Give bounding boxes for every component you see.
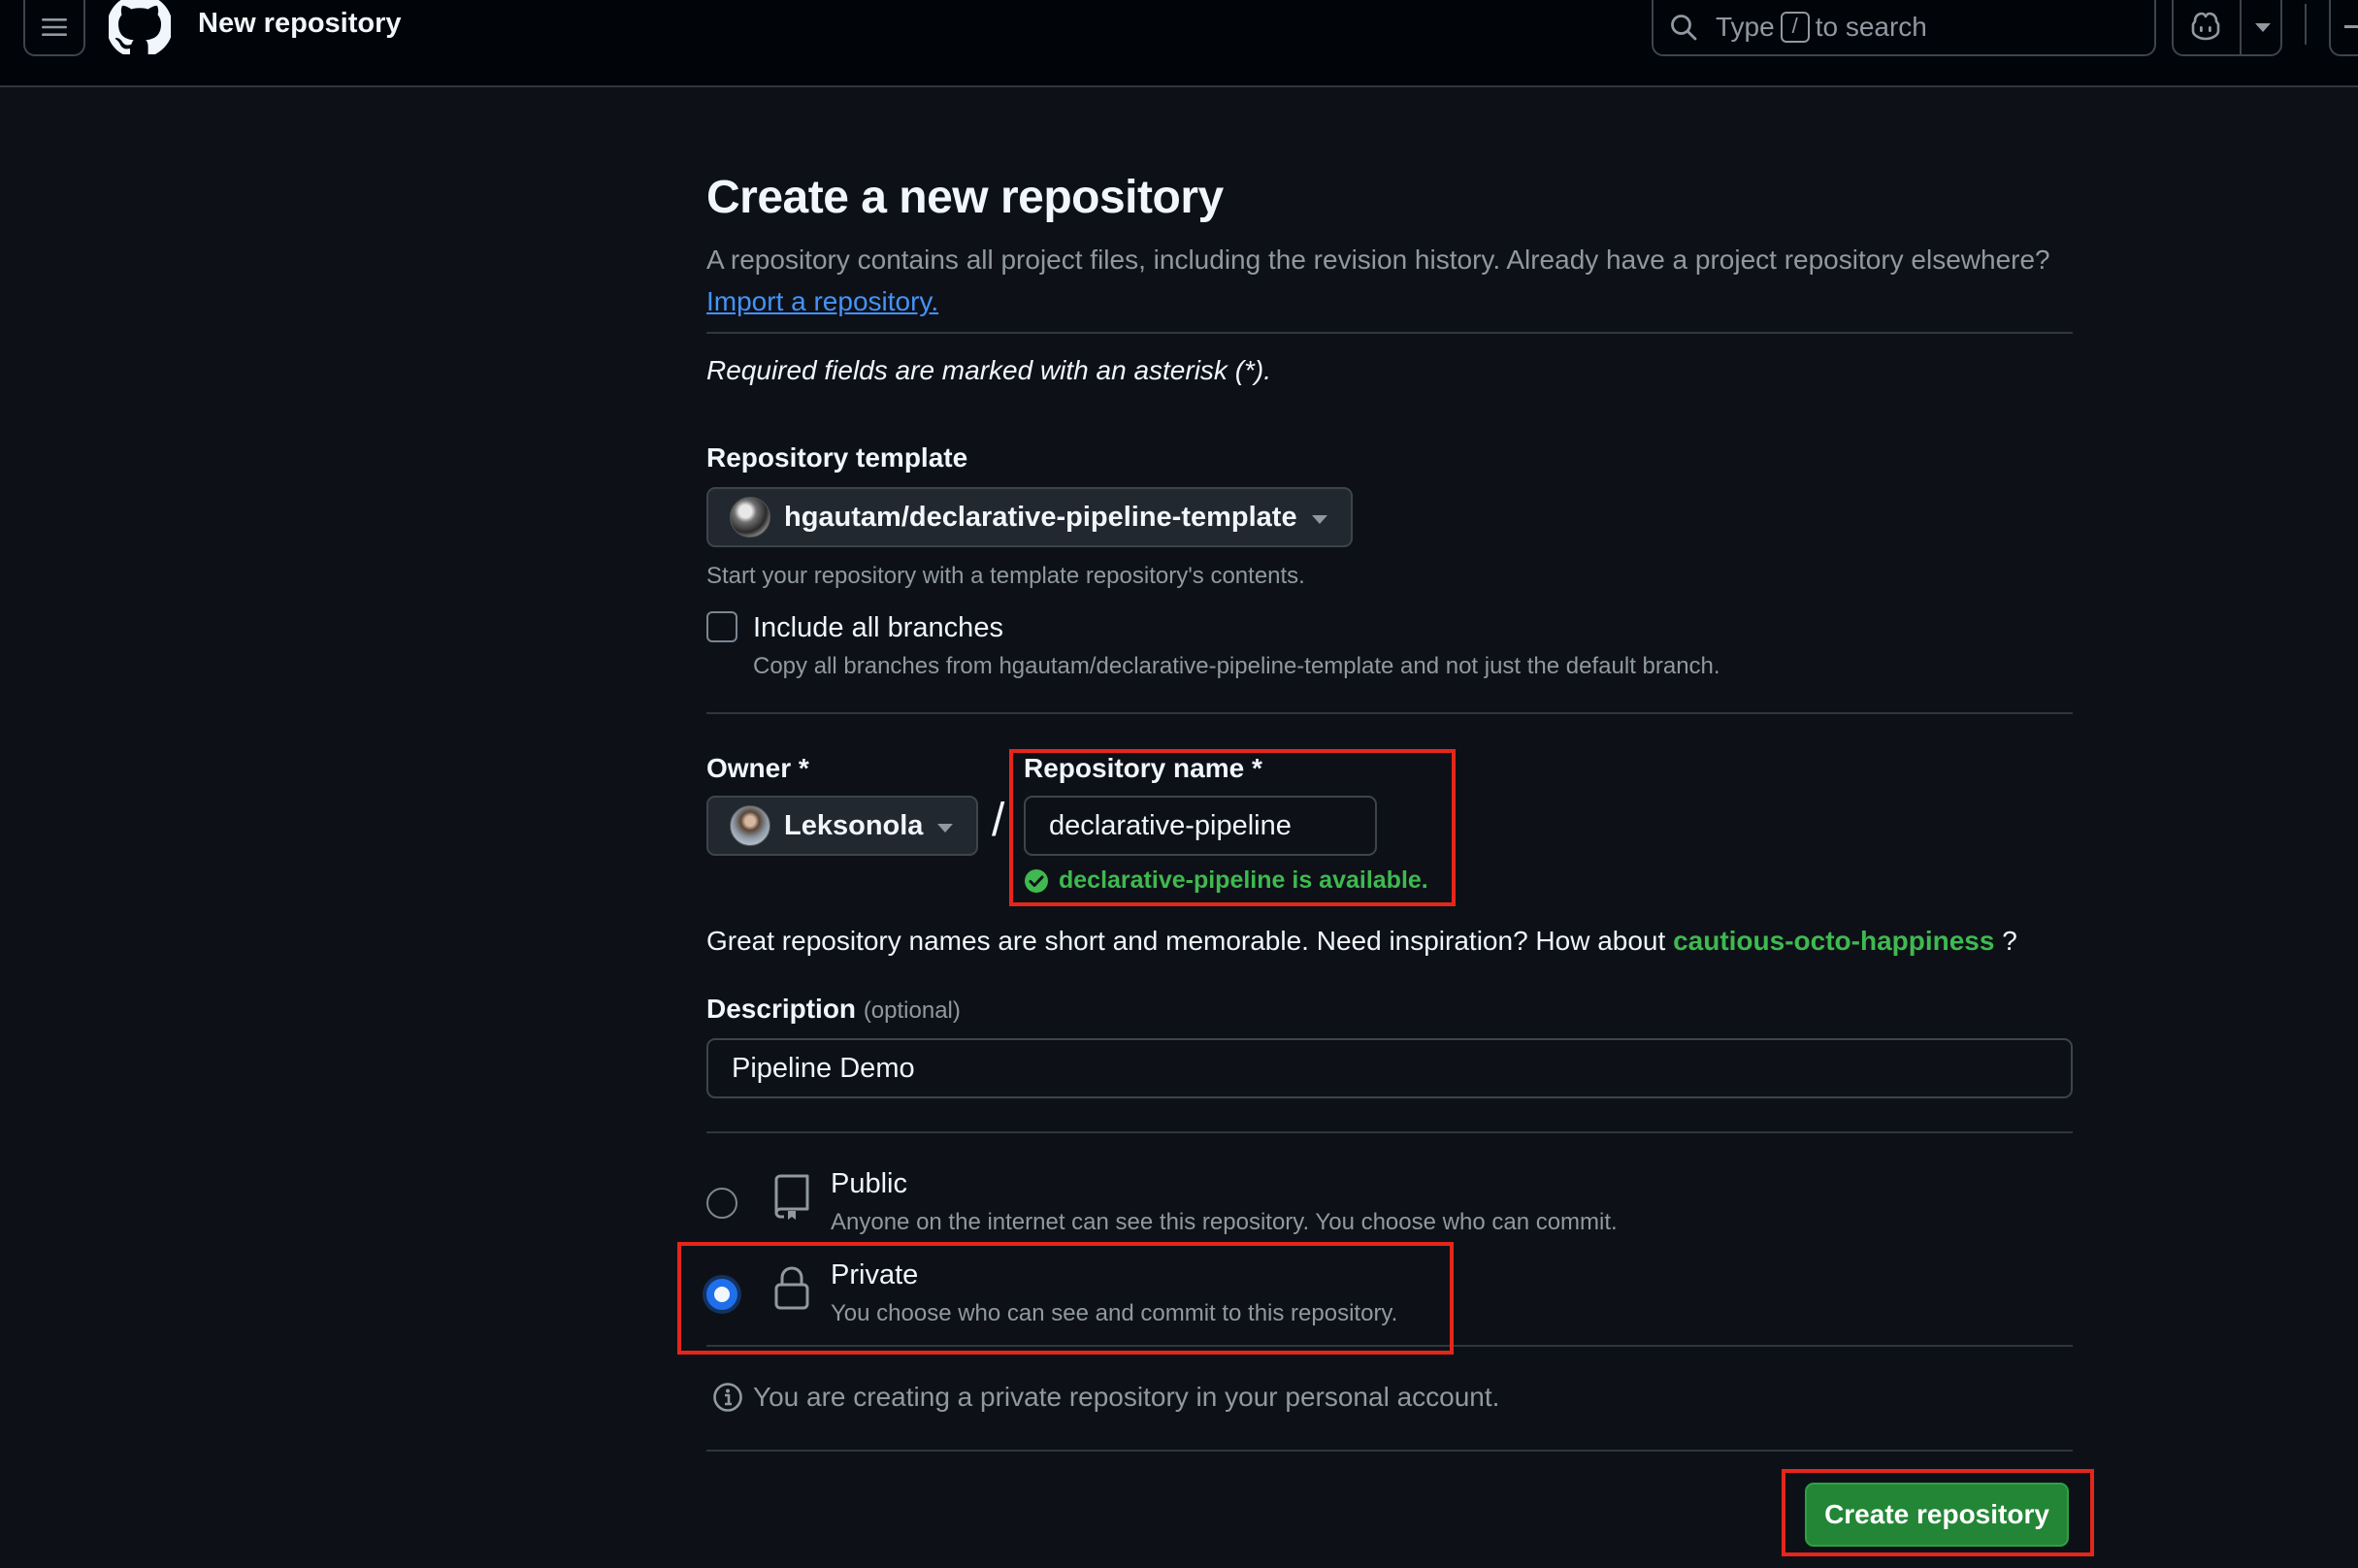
availability-text: declarative-pipeline is available. [1059,866,1428,894]
divider [706,1450,2073,1452]
hamburger-icon [42,18,67,36]
copilot-icon [2191,12,2220,41]
hamburger-menu-button[interactable] [23,0,85,56]
owner-avatar [730,805,770,846]
search-input[interactable]: Type / to search [1652,0,2156,56]
include-all-branches-hint: Copy all branches from hgautam/declarati… [753,653,1720,679]
description-label: Description (optional) [706,994,961,1025]
template-hint: Start your repository with a template re… [706,563,1305,589]
plus-icon [2344,25,2358,28]
template-label: Repository template [706,442,968,473]
divider [706,332,2073,334]
public-description: Anyone on the internet can see this repo… [831,1209,1618,1235]
create-repository-button[interactable]: Create repository [1805,1483,2069,1547]
owner-label: Owner * [706,753,809,783]
owner-select-value: Leksonola [784,809,924,841]
include-all-branches-label[interactable]: Include all branches [753,612,1003,644]
description-optional-tag: (optional) [863,997,961,1024]
import-repository-link[interactable]: Import a repository. [706,286,938,316]
page-description-text: A repository contains all project files,… [706,245,2050,275]
suggested-name-link[interactable]: cautious-octo-happiness [1673,926,1994,956]
lock-icon [774,1266,809,1310]
chevron-down-icon [937,824,953,833]
github-logo-icon[interactable] [107,0,173,57]
owner-name-separator: / [992,795,1005,846]
name-inspiration: Great repository names are short and mem… [706,926,2017,957]
repository-name-input[interactable] [1024,796,1377,856]
description-label-text: Description [706,994,857,1024]
include-all-branches-checkbox[interactable] [706,611,737,642]
repository-name-label: Repository name * [1024,753,1262,783]
template-owner-avatar [730,497,770,538]
header-separator [2305,4,2307,45]
top-header: New repository Type / to search [0,0,2358,87]
private-title[interactable]: Private [831,1259,918,1291]
public-title[interactable]: Public [831,1168,907,1200]
divider [706,1131,2073,1133]
copilot-divider [2240,0,2242,54]
repository-name-availability: declarative-pipeline is available. [1024,866,1428,895]
visibility-info-text: You are creating a private repository in… [753,1382,1500,1412]
header-title: New repository [198,8,402,39]
create-new-menu-button[interactable] [2329,0,2358,56]
search-prefix: Type [1716,12,1775,42]
inspiration-end: ? [2002,926,2017,956]
copilot-button[interactable] [2172,0,2282,56]
visibility-info: You are creating a private repository in… [712,1382,1499,1413]
info-icon [713,1383,742,1412]
divider [706,1345,2073,1347]
required-fields-note: Required fields are marked with an aster… [706,355,1272,385]
template-select[interactable]: hgautam/declarative-pipeline-template [706,487,1353,547]
copilot-chevron-down-icon[interactable] [2255,23,2271,32]
search-suffix: to search [1815,12,1927,42]
check-circle-icon [1025,868,1048,893]
private-description: You choose who can see and commit to thi… [831,1300,1398,1326]
owner-select[interactable]: Leksonola [706,796,978,856]
inspiration-text: Great repository names are short and mem… [706,926,1666,956]
search-shortcut-key: / [1780,12,1810,43]
template-select-value: hgautam/declarative-pipeline-template [784,501,1297,533]
divider [706,712,2073,714]
page-title: Create a new repository [706,172,1224,223]
repo-icon [774,1174,809,1220]
description-input[interactable] [706,1038,2073,1098]
page-description: A repository contains all project files,… [706,239,2084,322]
private-radio[interactable] [706,1279,737,1310]
chevron-down-icon [1312,515,1327,524]
search-icon [1671,15,1697,41]
public-radio[interactable] [706,1188,737,1219]
